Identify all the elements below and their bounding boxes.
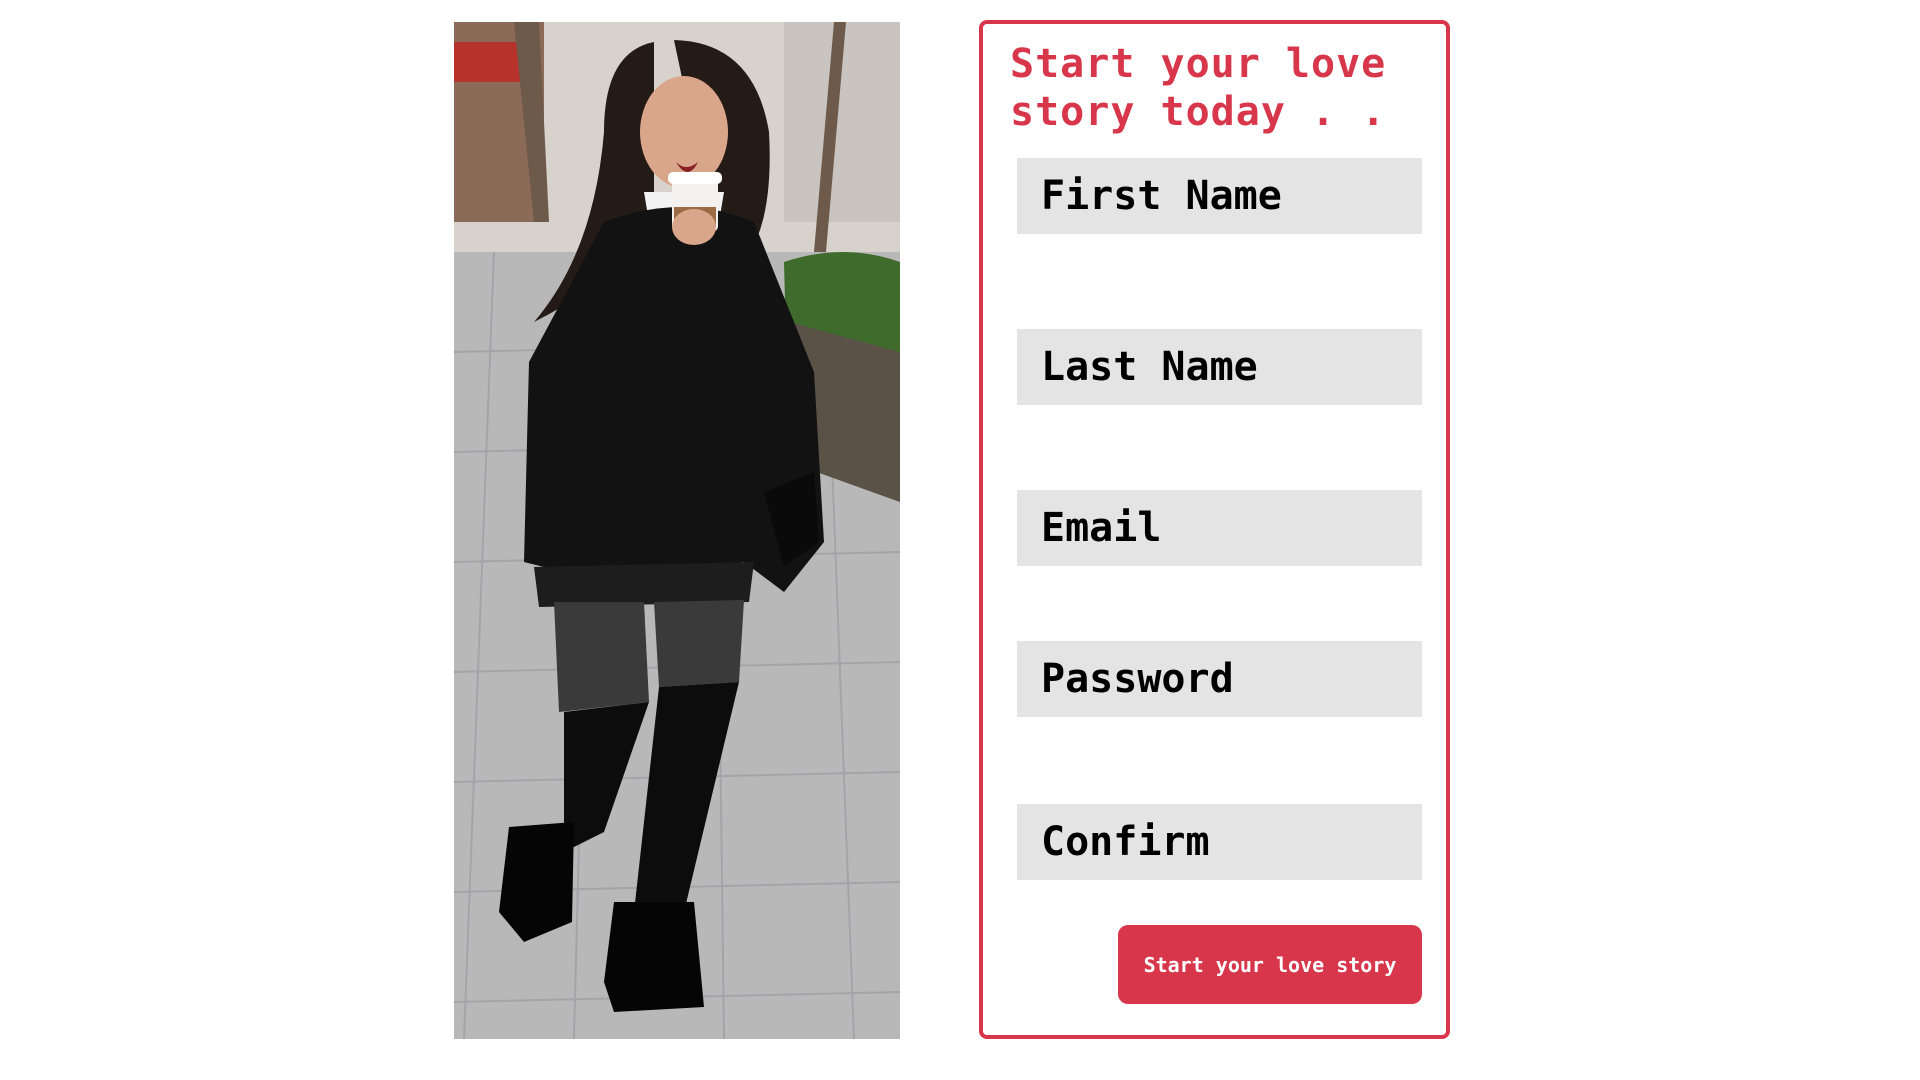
last-name-input[interactable] — [1017, 329, 1422, 405]
hero-photo-illustration — [454, 22, 900, 1039]
email-input[interactable] — [1017, 490, 1422, 566]
hero-photo — [454, 22, 900, 1039]
signup-card: Start your love story today . . . Start … — [979, 20, 1450, 1039]
password-input[interactable] — [1017, 641, 1422, 717]
confirm-password-input[interactable] — [1017, 804, 1422, 880]
start-love-story-button[interactable]: Start your love story — [1118, 925, 1422, 1004]
first-name-input[interactable] — [1017, 158, 1422, 234]
